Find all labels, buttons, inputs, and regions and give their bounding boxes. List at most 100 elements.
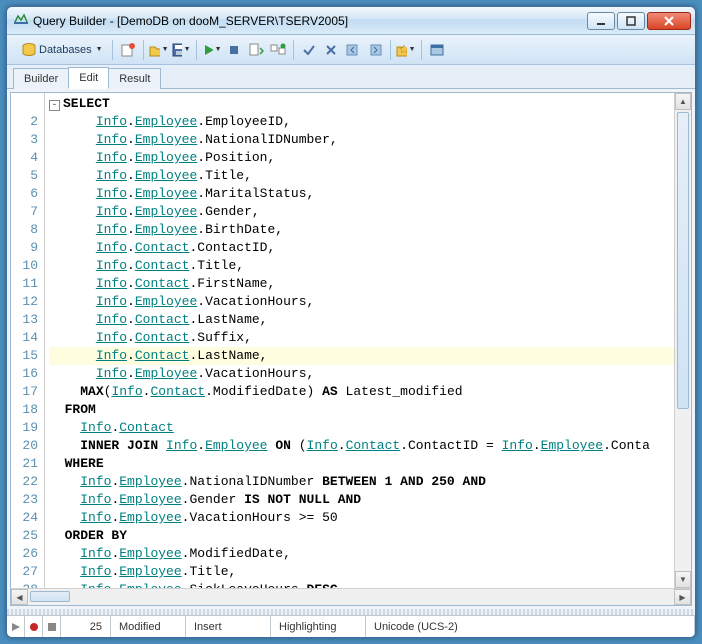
line-number[interactable]: 10 xyxy=(11,257,38,275)
code-line[interactable]: Info.Contact xyxy=(49,419,674,437)
window-button[interactable] xyxy=(427,40,447,60)
close-button[interactable] xyxy=(647,12,691,30)
line-number[interactable]: 5 xyxy=(11,167,38,185)
databases-dropdown[interactable]: Databases ▼ xyxy=(17,40,107,60)
scroll-right-icon[interactable]: ▶ xyxy=(674,589,691,605)
scroll-left-icon[interactable]: ◀ xyxy=(11,589,28,605)
main-toolbar: Databases ▼ ▼ ▼ ▼ ▼ xyxy=(7,35,695,65)
prev-button[interactable] xyxy=(343,40,363,60)
line-number[interactable]: 19 xyxy=(11,419,38,437)
line-number[interactable]: 11 xyxy=(11,275,38,293)
code-line[interactable]: Info.Employee.Title, xyxy=(49,167,674,185)
status-highlighting[interactable]: Highlighting xyxy=(271,616,366,637)
new-query-button[interactable] xyxy=(118,40,138,60)
cancel-button[interactable] xyxy=(321,40,341,60)
line-number[interactable]: 15 xyxy=(11,347,38,365)
line-number[interactable] xyxy=(11,95,38,113)
app-icon xyxy=(13,13,29,29)
status-insert-mode[interactable]: Insert xyxy=(186,616,271,637)
explain-button[interactable] xyxy=(246,40,266,60)
code-line[interactable]: FROM xyxy=(49,401,674,419)
scroll-thumb[interactable] xyxy=(677,112,689,409)
code-line[interactable]: Info.Contact.LastName, xyxy=(49,347,674,365)
line-number[interactable]: 24 xyxy=(11,509,38,527)
save-button[interactable]: ▼ xyxy=(171,40,191,60)
tab-builder[interactable]: Builder xyxy=(13,68,69,89)
line-number[interactable]: 18 xyxy=(11,401,38,419)
stop-icon[interactable] xyxy=(43,616,61,637)
code-line[interactable]: Info.Contact.LastName, xyxy=(49,311,674,329)
code-line[interactable]: Info.Employee.EmployeeID, xyxy=(49,113,674,131)
code-line[interactable]: WHERE xyxy=(49,455,674,473)
stop-button[interactable] xyxy=(224,40,244,60)
code-line[interactable]: Info.Employee.NationalIDNumber, xyxy=(49,131,674,149)
line-number[interactable]: 17 xyxy=(11,383,38,401)
code-line[interactable]: MAX(Info.Contact.ModifiedDate) AS Latest… xyxy=(49,383,674,401)
line-number[interactable]: 7 xyxy=(11,203,38,221)
code-editor[interactable]: 2345678910111213141516171819202122232425… xyxy=(10,92,692,606)
code-line[interactable]: Info.Contact.Title, xyxy=(49,257,674,275)
titlebar[interactable]: Query Builder - [DemoDB on dooM_SERVER\T… xyxy=(7,7,695,35)
code-line[interactable]: Info.Employee.MaritalStatus, xyxy=(49,185,674,203)
line-number[interactable]: 16 xyxy=(11,365,38,383)
window-title: Query Builder - [DemoDB on dooM_SERVER\T… xyxy=(33,14,587,28)
check-button[interactable] xyxy=(299,40,319,60)
code-line[interactable]: Info.Employee.VacationHours >= 50 xyxy=(49,509,674,527)
code-line[interactable]: Info.Employee.Title, xyxy=(49,563,674,581)
line-number[interactable]: 2 xyxy=(11,113,38,131)
line-number[interactable]: 22 xyxy=(11,473,38,491)
code-line[interactable]: Info.Contact.FirstName, xyxy=(49,275,674,293)
line-number[interactable]: 21 xyxy=(11,455,38,473)
tab-edit[interactable]: Edit xyxy=(68,67,109,89)
vertical-scrollbar[interactable]: ▲ ▼ xyxy=(674,93,691,588)
line-number[interactable]: 12 xyxy=(11,293,38,311)
maximize-button[interactable] xyxy=(617,12,645,30)
record-icon[interactable] xyxy=(25,616,43,637)
line-number[interactable]: 4 xyxy=(11,149,38,167)
open-button[interactable]: ▼ xyxy=(149,40,169,60)
line-number[interactable]: 3 xyxy=(11,131,38,149)
tab-result[interactable]: Result xyxy=(108,68,161,89)
code-line[interactable]: Info.Employee.VacationHours, xyxy=(49,293,674,311)
line-number[interactable]: 14 xyxy=(11,329,38,347)
code-line[interactable]: Info.Employee.ModifiedDate, xyxy=(49,545,674,563)
line-number[interactable]: 28 xyxy=(11,581,38,588)
code-line[interactable]: Info.Employee.NationalIDNumber BETWEEN 1… xyxy=(49,473,674,491)
code-line[interactable]: INNER JOIN Info.Employee ON (Info.Contac… xyxy=(49,437,674,455)
query-builder-button[interactable] xyxy=(268,40,288,60)
code-line[interactable]: Info.Employee.VacationHours, xyxy=(49,365,674,383)
line-number[interactable]: 9 xyxy=(11,239,38,257)
minimize-button[interactable] xyxy=(587,12,615,30)
code-content[interactable]: -SELECT Info.Employee.EmployeeID, Info.E… xyxy=(45,93,674,588)
code-line[interactable]: ORDER BY xyxy=(49,527,674,545)
code-line[interactable]: Info.Employee.Gender, xyxy=(49,203,674,221)
line-number[interactable]: 26 xyxy=(11,545,38,563)
status-encoding[interactable]: Unicode (UCS-2) xyxy=(366,616,695,637)
line-number[interactable]: 27 xyxy=(11,563,38,581)
play-icon[interactable] xyxy=(7,616,25,637)
line-number[interactable]: 23 xyxy=(11,491,38,509)
code-line[interactable]: Info.Contact.ContactID, xyxy=(49,239,674,257)
line-number[interactable]: 20 xyxy=(11,437,38,455)
scroll-track[interactable] xyxy=(28,589,674,605)
code-line[interactable]: Info.Contact.Suffix, xyxy=(49,329,674,347)
next-button[interactable] xyxy=(365,40,385,60)
code-line[interactable]: -SELECT xyxy=(49,95,674,113)
code-line[interactable]: Info.Employee.BirthDate, xyxy=(49,221,674,239)
favorites-button[interactable]: ▼ xyxy=(396,40,416,60)
status-bar: 25 Modified Insert Highlighting Unicode … xyxy=(7,615,695,637)
line-number[interactable]: 8 xyxy=(11,221,38,239)
scroll-up-icon[interactable]: ▲ xyxy=(675,93,691,110)
scroll-thumb[interactable] xyxy=(30,591,70,602)
code-line[interactable]: Info.Employee.Position, xyxy=(49,149,674,167)
horizontal-scrollbar[interactable]: ◀ ▶ xyxy=(11,588,691,605)
line-number[interactable]: 13 xyxy=(11,311,38,329)
line-number[interactable]: 25 xyxy=(11,527,38,545)
line-gutter[interactable]: 2345678910111213141516171819202122232425… xyxy=(11,93,45,588)
line-number[interactable]: 6 xyxy=(11,185,38,203)
execute-button[interactable]: ▼ xyxy=(202,40,222,60)
fold-icon[interactable]: - xyxy=(49,100,60,111)
scroll-down-icon[interactable]: ▼ xyxy=(675,571,691,588)
code-line[interactable]: Info.Employee.Gender IS NOT NULL AND xyxy=(49,491,674,509)
code-line[interactable]: Info.Employee.SickLeaveHours DESC xyxy=(49,581,674,588)
